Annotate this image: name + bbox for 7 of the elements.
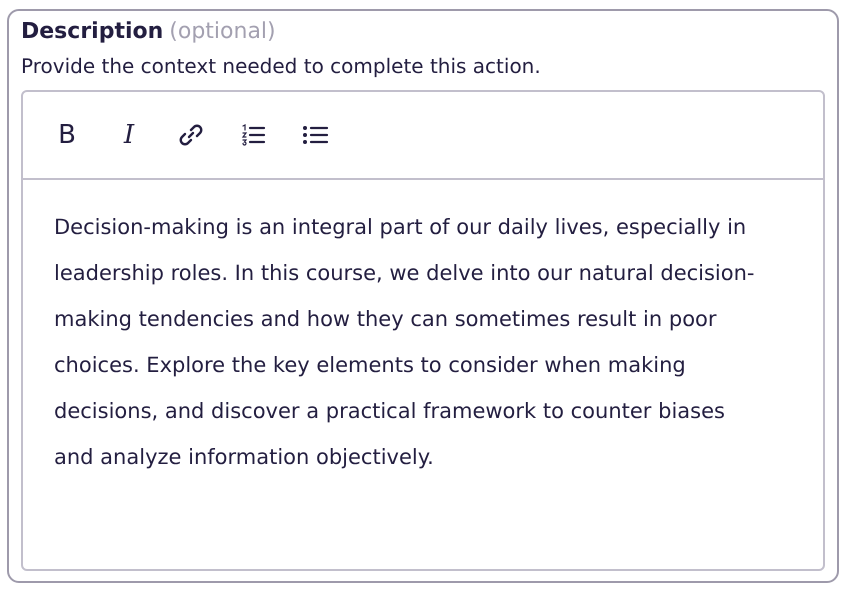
field-label: Description xyxy=(21,19,164,44)
rich-text-editor[interactable] xyxy=(21,90,825,571)
italic-button[interactable]: I xyxy=(109,115,149,155)
optional-note: (optional) xyxy=(169,19,276,44)
help-text: Provide the context needed to complete this action. xyxy=(21,54,542,78)
editor-text[interactable]: Decision-making is an integral part of our daily lives, especially in leadership roles. In this course, we delve into our natural decision-making tendencies and how they can sometimes result in poor choices. Explore the key elements to consider when making decisions, and discover a practical framework to counter biases and analyze information objectively. xyxy=(23,180,823,480)
bold-button[interactable]: B xyxy=(47,115,87,155)
